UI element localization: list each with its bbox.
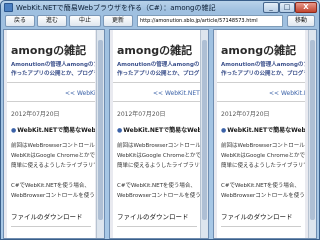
window-title: WebKit.NETで簡易Webブラウザを作る（C#）：amongの雑記 xyxy=(16,4,216,12)
section-heading: ファイルのダウンロード xyxy=(117,213,189,221)
divider xyxy=(7,101,95,102)
blog-title[interactable]: amongの雑記 xyxy=(221,42,305,57)
post-paragraph: 前回はWebBrowserコントロールを使いましたが、 WebKitはGoogl… xyxy=(221,141,305,171)
browser-window: WebKit.NETで簡易Webブラウザを作る（C#）：amongの雑記 _ □… xyxy=(0,0,320,240)
previous-article-link[interactable]: << WebKit.NETで簡易Webブラウザ xyxy=(269,88,305,98)
back-button[interactable]: 戻る xyxy=(5,15,35,27)
post-paragraph: C#でWebKit.NETを使う場合、 WebBrowserコントロールを使う感… xyxy=(117,181,201,201)
maximize-button[interactable]: □ xyxy=(279,2,295,13)
text-line: WebKitはGoogle Chromeとかでも使われている xyxy=(11,153,95,159)
vertical-scrollbar[interactable] xyxy=(96,30,104,238)
scroll-thumb[interactable] xyxy=(98,40,103,220)
description-line: 作ったアプリの公開とか、プログラムの話とか xyxy=(117,71,201,77)
text-line: 簡単に使えるようしたライブラリです。 xyxy=(117,163,201,169)
post-date: 2012年07月20日 xyxy=(117,111,166,118)
minimize-button[interactable]: _ xyxy=(263,2,279,13)
divider xyxy=(11,226,91,227)
web-page: amongの雑記 Amonutionの管理人amongのブログ。 作ったアプリの… xyxy=(113,30,201,238)
browser-pane-2: amongの雑記 Amonutionの管理人amongのブログ。 作ったアプリの… xyxy=(109,29,209,239)
app-icon xyxy=(4,3,13,12)
toolbar: 戻る 進む 中止 更新 移動 xyxy=(3,15,317,28)
go-button[interactable]: 移動 xyxy=(287,15,315,27)
post-date: 2012年07月20日 xyxy=(221,111,270,118)
text-line: 前回はWebBrowserコントロールを使いましたが、 xyxy=(117,143,201,149)
blog-description: Amonutionの管理人amongのブログ。 作ったアプリの公開とか、プログラ… xyxy=(221,61,305,79)
close-button[interactable]: X xyxy=(295,2,317,13)
stop-button[interactable]: 中止 xyxy=(69,15,101,27)
text-line: 簡単に使えるようしたライブラリです。 xyxy=(11,163,95,169)
vertical-scrollbar[interactable] xyxy=(200,30,208,238)
text-line: C#でWebKit.NETを使う場合、 xyxy=(221,183,300,189)
post-title[interactable]: WebKit.NETで簡易なWebブラウザを作る xyxy=(221,125,305,135)
description-line: 作ったアプリの公開とか、プログラムの話とか xyxy=(221,71,305,77)
text-line: 前回はWebBrowserコントロールを使いましたが、 xyxy=(221,143,305,149)
scroll-thumb[interactable] xyxy=(310,40,315,220)
browser-pane-3: amongの雑記 Amonutionの管理人amongのブログ。 作ったアプリの… xyxy=(213,29,317,239)
blog-title[interactable]: amongの雑記 xyxy=(11,42,95,57)
post-paragraph: C#でWebKit.NETを使う場合、 WebBrowserコントロールを使う感… xyxy=(11,181,95,201)
text-line: 簡単に使えるようしたライブラリです。 xyxy=(221,163,305,169)
previous-article-link[interactable]: << WebKit.NETで簡易Webブラウザ xyxy=(65,88,95,98)
web-page: amongの雑記 Amonutionの管理人amongのブログ。 作ったアプリの… xyxy=(7,30,95,238)
previous-article-link[interactable]: << WebKit.NETで簡易Webブラウザ xyxy=(153,88,201,98)
forward-button[interactable]: 進む xyxy=(37,15,67,27)
title-bar[interactable]: WebKit.NETで簡易Webブラウザを作る（C#）：amongの雑記 _ □… xyxy=(1,1,319,15)
divider xyxy=(217,101,305,102)
post-title[interactable]: WebKit.NETで簡易なWebブラウザを作る xyxy=(117,125,201,135)
section-heading: ファイルのダウンロード xyxy=(11,213,83,221)
section-heading: ファイルのダウンロード xyxy=(221,213,293,221)
text-line: WebBrowserコントロールを使う感じで xyxy=(11,193,95,199)
web-page: amongの雑記 Amonutionの管理人amongのブログ。 作ったアプリの… xyxy=(217,30,305,238)
divider xyxy=(7,82,95,83)
text-line: WebKitはGoogle Chromeとかでも使われている xyxy=(117,153,201,159)
post-title[interactable]: WebKit.NETで簡易なWebブラウザを作る xyxy=(11,125,95,135)
description-line: 作ったアプリの公開とか、プログラムの話とか xyxy=(11,71,95,77)
blog-description: Amonutionの管理人amongのブログ。 作ったアプリの公開とか、プログラ… xyxy=(117,61,201,79)
description-line: Amonutionの管理人amongのブログ。 xyxy=(117,62,201,68)
browser-pane-1: amongの雑記 Amonutionの管理人amongのブログ。 作ったアプリの… xyxy=(3,29,105,239)
blog-title[interactable]: amongの雑記 xyxy=(117,42,201,57)
text-line: WebKitはGoogle Chromeとかでも使われている xyxy=(221,153,305,159)
text-line: 前回はWebBrowserコントロールを使いましたが、 xyxy=(11,143,95,149)
divider xyxy=(113,82,201,83)
post-paragraph: C#でWebKit.NETを使う場合、 WebBrowserコントロールを使う感… xyxy=(221,181,305,201)
divider xyxy=(221,226,301,227)
vertical-scrollbar[interactable] xyxy=(308,30,316,238)
text-line: WebBrowserコントロールを使う感じで xyxy=(117,193,201,199)
description-line: Amonutionの管理人amongのブログ。 xyxy=(11,62,95,68)
text-line: C#でWebKit.NETを使う場合、 xyxy=(11,183,90,189)
text-line: WebBrowserコントロールを使う感じで xyxy=(221,193,305,199)
post-paragraph: 前回はWebBrowserコントロールを使いましたが、 WebKitはGoogl… xyxy=(117,141,201,171)
divider xyxy=(117,226,197,227)
text-line: C#でWebKit.NETを使う場合、 xyxy=(117,183,196,189)
divider xyxy=(113,101,201,102)
post-date: 2012年07月20日 xyxy=(11,111,60,118)
url-input[interactable] xyxy=(137,15,283,27)
divider xyxy=(217,82,305,83)
post-paragraph: 前回はWebBrowserコントロールを使いましたが、 WebKitはGoogl… xyxy=(11,141,95,171)
description-line: Amonutionの管理人amongのブログ。 xyxy=(221,62,305,68)
reload-button[interactable]: 更新 xyxy=(103,15,133,27)
scroll-thumb[interactable] xyxy=(202,40,207,220)
blog-description: Amonutionの管理人amongのブログ。 作ったアプリの公開とか、プログラ… xyxy=(11,61,95,79)
